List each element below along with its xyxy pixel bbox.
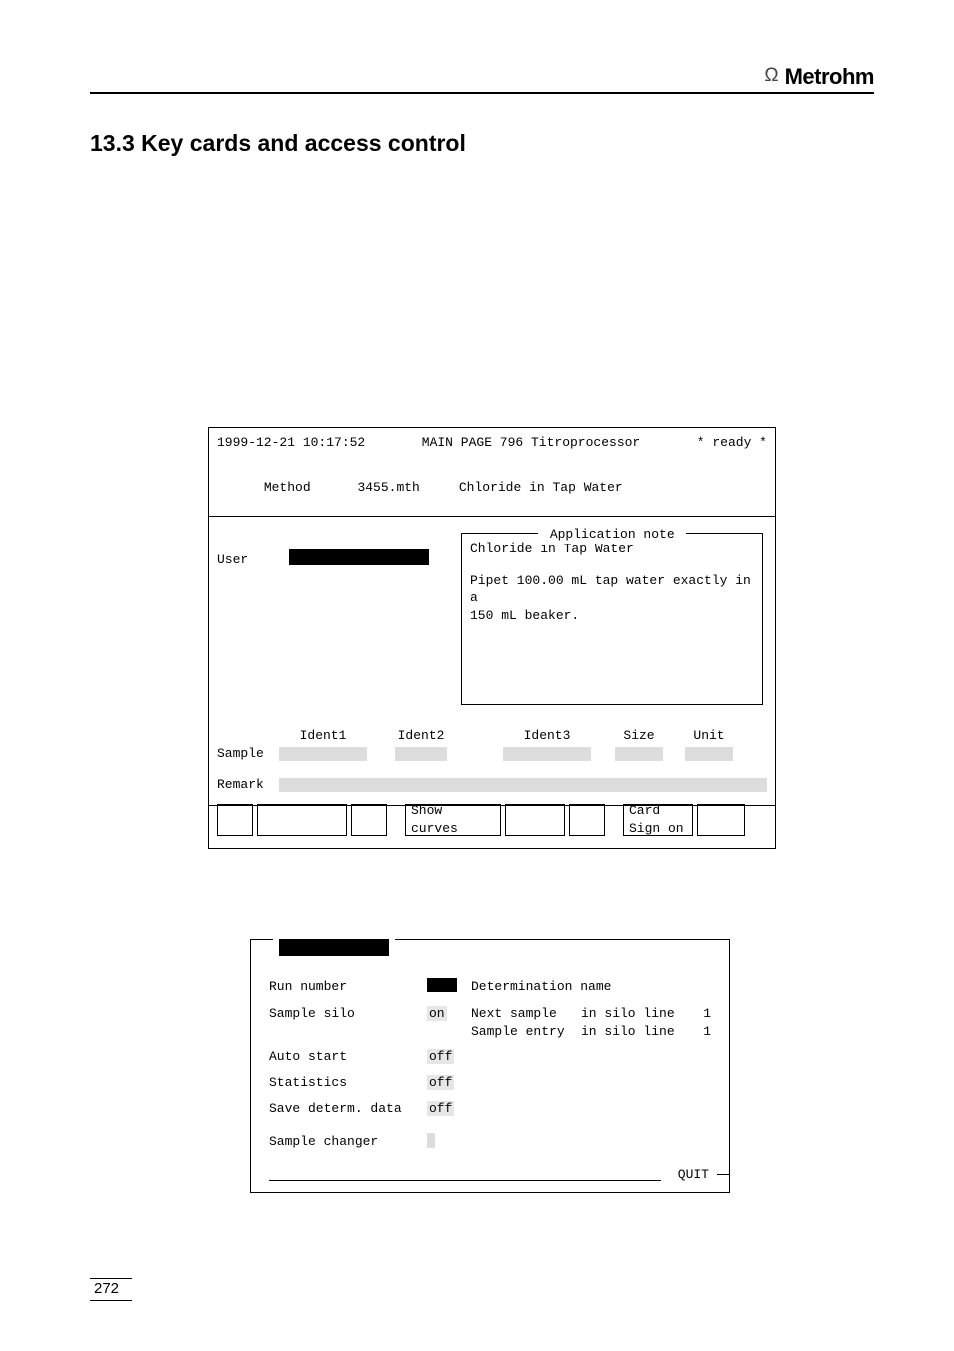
- brand-name: Metrohm: [785, 64, 874, 90]
- save-determ-label: Save determ. data: [269, 1100, 427, 1118]
- sample-entry-value: 1: [691, 1023, 711, 1041]
- section-heading: Key cards and access control: [141, 130, 466, 156]
- next-sample-value: 1: [691, 1005, 711, 1023]
- unit-header: Unit: [685, 727, 733, 745]
- auto-start-label: Auto start: [269, 1048, 427, 1066]
- next-sample-label: Next sample: [471, 1005, 581, 1023]
- statistics-label: Statistics: [269, 1074, 427, 1092]
- divider-tail: [717, 1174, 729, 1175]
- divider: [269, 1180, 661, 1181]
- sample-changer-row: Sample changer: [269, 1133, 711, 1154]
- ident2-header: Ident2: [395, 727, 447, 745]
- softkey-8[interactable]: [697, 804, 745, 836]
- determination-name-label: Determination name: [471, 978, 711, 996]
- section-title: 13.3 Key cards and access control: [90, 130, 874, 157]
- ident-headers: Ident1 Ident2 Ident3 Size Unit: [217, 727, 767, 745]
- page-footer: 272: [90, 1278, 132, 1301]
- sample-silo-label: Sample silo: [269, 1005, 427, 1023]
- method-file: 3455.mth: [357, 480, 419, 495]
- softkey-3[interactable]: [351, 804, 387, 836]
- size-input[interactable]: [615, 747, 663, 761]
- in-silo-line-label-2: in silo line: [581, 1023, 691, 1041]
- application-note-box: Application note Chloride in Tap Water P…: [461, 533, 763, 705]
- sample-entry-label: Sample entry: [471, 1023, 581, 1041]
- quit-row: QUIT: [269, 1166, 711, 1182]
- quit-button[interactable]: QUIT: [672, 1166, 709, 1184]
- save-determ-value[interactable]: off: [427, 1101, 454, 1116]
- remark-label: Remark: [217, 776, 273, 794]
- remark-row: Remark: [217, 776, 767, 794]
- datetime: 1999-12-21 10:17:52: [217, 434, 365, 452]
- in-silo-line-label-1: in silo line: [581, 1005, 691, 1023]
- ident1-header: Ident1: [279, 727, 367, 745]
- page-header: Ω Metrohm: [90, 50, 874, 94]
- sample-silo-row: Sample silo on Next sample in silo line …: [269, 1005, 711, 1040]
- size-header: Size: [615, 727, 663, 745]
- method-row: Method 3455.mth Chloride in Tap Water: [217, 462, 767, 515]
- card-signon-button[interactable]: Card Sign on: [623, 804, 693, 836]
- statistics-value[interactable]: off: [427, 1075, 454, 1090]
- softkey-2[interactable]: [257, 804, 347, 836]
- ident3-header: Ident3: [503, 727, 591, 745]
- softkey-1[interactable]: [217, 804, 253, 836]
- softkey-5[interactable]: [505, 804, 565, 836]
- user-value-redacted[interactable]: [289, 549, 429, 565]
- method-label: Method: [264, 480, 311, 495]
- main-panel: 1999-12-21 10:17:52 MAIN PAGE 796 Titrop…: [208, 427, 776, 849]
- sample-label: Sample: [217, 745, 273, 763]
- show-curves-button[interactable]: Show curves: [405, 804, 501, 836]
- softkey-6[interactable]: [569, 804, 605, 836]
- auto-start-value[interactable]: off: [427, 1049, 454, 1064]
- ident2-input[interactable]: [395, 747, 447, 761]
- config-tab-redacted: [273, 939, 395, 956]
- sample-changer-value[interactable]: [427, 1133, 435, 1148]
- run-number-value[interactable]: [427, 978, 457, 992]
- auto-start-row: Auto start off: [269, 1048, 711, 1066]
- ident1-input[interactable]: [279, 747, 367, 761]
- note-line2: Pipet 100.00 mL tap water exactly in a: [470, 572, 754, 607]
- sample-silo-value[interactable]: on: [427, 1006, 447, 1021]
- remark-input[interactable]: [279, 778, 767, 792]
- sample-row: Sample: [217, 745, 767, 763]
- divider: [209, 805, 775, 806]
- application-note-title: Application note: [538, 526, 686, 544]
- status-ready: * ready *: [697, 434, 767, 452]
- run-number-label: Run number: [269, 978, 427, 996]
- save-determ-row: Save determ. data off: [269, 1100, 711, 1118]
- config-panel: Run number Determination name Sample sil…: [250, 939, 730, 1193]
- run-number-row: Run number Determination name: [269, 978, 711, 998]
- note-line3: 150 mL beaker.: [470, 607, 754, 625]
- softkey-row: Show curves Card Sign on: [217, 804, 767, 836]
- section-number: 13.3: [90, 130, 135, 156]
- panel-titlebar: 1999-12-21 10:17:52 MAIN PAGE 796 Titrop…: [217, 434, 767, 452]
- metrohm-logo-icon: Ω: [764, 65, 778, 87]
- method-name: Chloride in Tap Water: [459, 480, 623, 495]
- page-number: 272: [90, 1280, 123, 1297]
- user-label: User: [217, 551, 248, 569]
- sample-changer-label: Sample changer: [269, 1133, 427, 1151]
- statistics-row: Statistics off: [269, 1074, 711, 1092]
- brand: Ω Metrohm: [764, 64, 874, 90]
- ident3-input[interactable]: [503, 747, 591, 761]
- page-title: MAIN PAGE 796 Titroprocessor: [422, 434, 640, 452]
- unit-input[interactable]: [685, 747, 733, 761]
